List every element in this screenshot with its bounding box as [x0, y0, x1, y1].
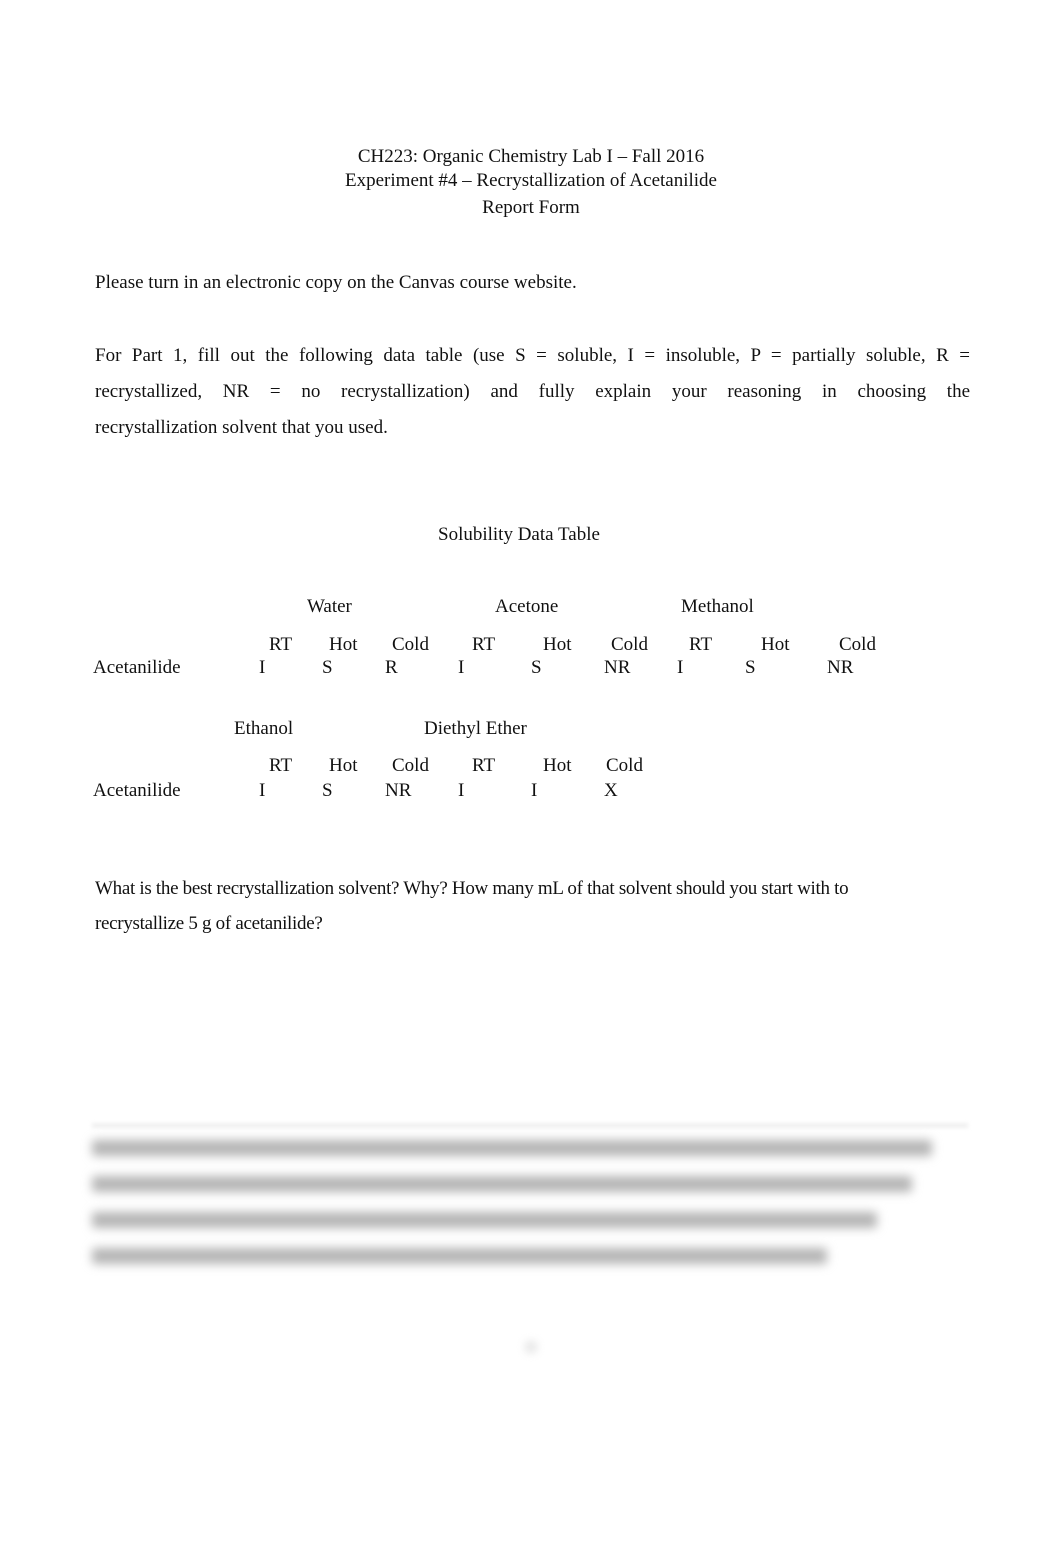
condition-header: RT: [689, 634, 713, 655]
condition-header: RT: [269, 755, 293, 776]
table-cell: NR: [827, 657, 854, 678]
blurred-answer: [92, 1124, 968, 1274]
solvent-header-ethanol: Ethanol: [234, 718, 294, 739]
blurred-answer-line: [92, 1248, 827, 1264]
form-title: Report Form: [482, 197, 580, 218]
table-cell: S: [322, 657, 333, 678]
compound-label: Acetanilide: [93, 780, 181, 801]
blurred-answer-line: [92, 1212, 877, 1228]
condition-header: RT: [472, 634, 496, 655]
table-cell: R: [385, 657, 398, 678]
question-line: What is the best recrystallization solve…: [95, 878, 849, 899]
part1-line: For Part 1, fill out the following data …: [95, 345, 970, 366]
table-cell: I: [677, 657, 684, 678]
condition-header: Cold: [606, 755, 643, 776]
condition-header: Hot: [329, 755, 358, 776]
table-cell: I: [531, 780, 538, 801]
condition-header: Cold: [392, 755, 429, 776]
condition-header: Cold: [392, 634, 429, 655]
course-title: CH223: Organic Chemistry Lab I – Fall 20…: [357, 146, 705, 167]
compound-label: Acetanilide: [93, 657, 181, 678]
table-cell: I: [458, 780, 465, 801]
table-cell: S: [322, 780, 333, 801]
condition-header: RT: [269, 634, 293, 655]
table-cell: I: [259, 657, 266, 678]
solvent-header-methanol: Methanol: [681, 596, 754, 617]
table-cell: S: [745, 657, 756, 678]
blurred-answer-line: [92, 1140, 932, 1156]
submission-instruction: Please turn in an electronic copy on the…: [95, 272, 577, 293]
table-cell: X: [604, 780, 618, 801]
question-line: recrystallize 5 g of acetanilide?: [95, 913, 323, 934]
table-cell: I: [458, 657, 465, 678]
condition-header: Cold: [611, 634, 648, 655]
table-cell: NR: [385, 780, 412, 801]
part1-line: recrystallized, NR = no recrystallizatio…: [95, 381, 970, 402]
solvent-header-water: Water: [307, 596, 352, 617]
solvent-header-acetone: Acetone: [495, 596, 559, 617]
table-cell: I: [259, 780, 266, 801]
blurred-answer-line: [92, 1176, 912, 1192]
page-number: [524, 1340, 538, 1354]
condition-header: Hot: [761, 634, 790, 655]
condition-header: Hot: [543, 755, 572, 776]
part1-instructions: For Part 1, fill out the following data …: [95, 338, 970, 446]
table-cell: NR: [604, 657, 631, 678]
table-title: Solubility Data Table: [438, 524, 600, 545]
condition-header: Hot: [543, 634, 572, 655]
condition-header: RT: [472, 755, 496, 776]
solvent-header-diethyl-ether: Diethyl Ether: [424, 718, 527, 739]
part1-line: recrystallization solvent that you used.: [95, 417, 388, 438]
condition-header: Cold: [839, 634, 876, 655]
table-cell: S: [531, 657, 542, 678]
experiment-title: Experiment #4 – Recrystallization of Ace…: [345, 170, 717, 191]
condition-header: Hot: [329, 634, 358, 655]
